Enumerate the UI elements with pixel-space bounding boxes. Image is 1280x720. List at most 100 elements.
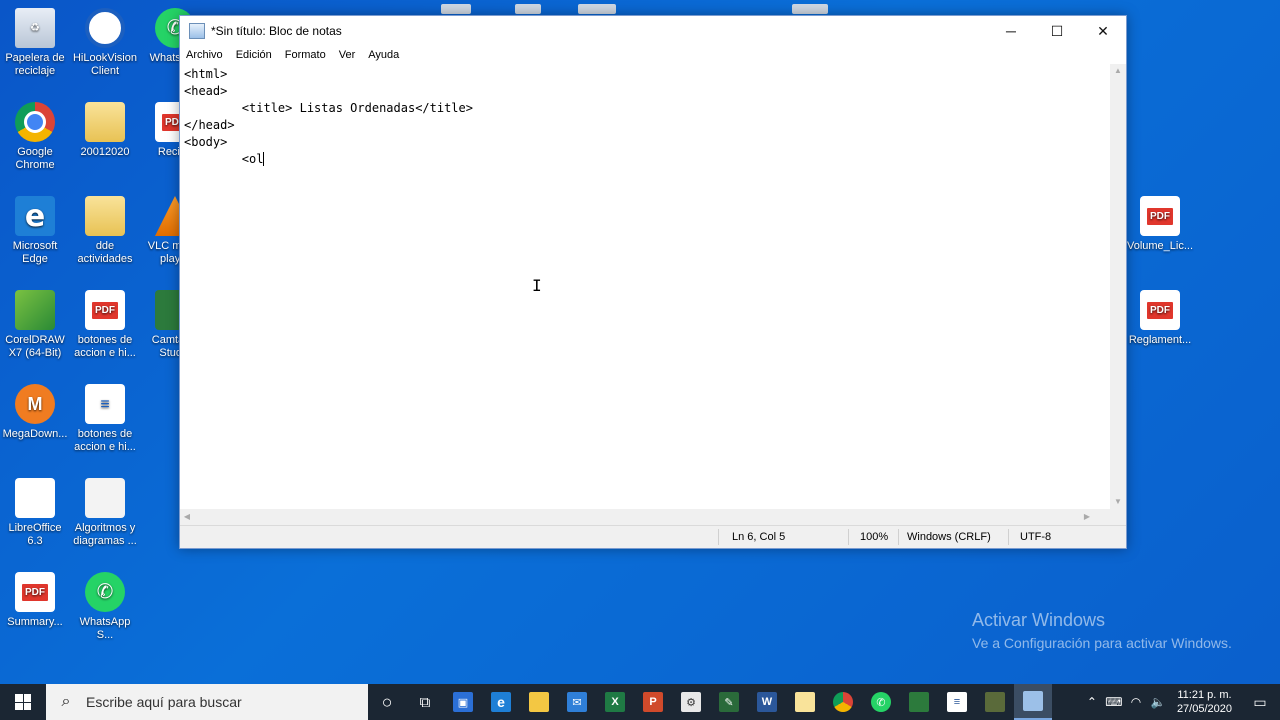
paint-icon[interactable]: ✎ [710, 684, 748, 720]
window-thumbnail [441, 4, 471, 14]
desktop-icon-volume-lic[interactable]: PDF Volume_Lic... [1125, 196, 1195, 253]
desktop-icon-algoritmos[interactable]: Algoritmos y diagramas ... [70, 478, 140, 548]
notepad-icon [189, 23, 205, 39]
scroll-left-icon[interactable]: ◀ [180, 509, 194, 525]
desktop-icon-label: Google Chrome [15, 146, 55, 171]
desktop-icon-label: Algoritmos y diagramas ... [73, 522, 137, 547]
scrollbar-corner [1110, 509, 1126, 525]
desktop-icon-summary[interactable]: PDF Summary... [0, 572, 70, 629]
text-editor[interactable]: <html> <head> <title> Listas Ordenadas</… [180, 64, 1110, 509]
menu-ayuda[interactable]: Ayuda [368, 49, 399, 61]
minimize-button[interactable]: ─ [988, 16, 1034, 46]
whatsapp-icon[interactable]: ✆ [862, 684, 900, 720]
vertical-scrollbar[interactable]: ▲ ▼ [1110, 64, 1126, 509]
desktop-icon-reglament[interactable]: PDF Reglament... [1125, 290, 1195, 347]
desktop-icon-chrome[interactable]: Google Chrome [0, 102, 70, 172]
wifi-icon[interactable]: ◠ [1125, 695, 1147, 709]
desktop-icon-hilookvision[interactable]: HiLookVision Client [70, 8, 140, 78]
folder-icon[interactable] [786, 684, 824, 720]
mail-icon[interactable]: ✉ [558, 684, 596, 720]
powerpoint-icon[interactable]: P [634, 684, 672, 720]
clock-date: 27/05/2020 [1176, 703, 1232, 715]
desktop-icon-label: Papelera de reciclaje [5, 52, 65, 77]
excel-icon[interactable]: X [596, 684, 634, 720]
hilookvision-icon [85, 8, 125, 48]
desktop-icon-label: CorelDRAW X7 (64-Bit) [5, 334, 65, 359]
notepad-doc-icon[interactable]: ≡ [938, 684, 976, 720]
desktop-icon-dde-actividades[interactable]: dde actividades [70, 196, 140, 266]
pdf-icon: PDF [1140, 196, 1180, 236]
recycle-bin-icon: ♻ [15, 8, 55, 48]
desktop-icon-recycle-bin[interactable]: ♻ Papelera de reciclaje [0, 8, 70, 78]
file-explorer-icon[interactable] [520, 684, 558, 720]
store-icon[interactable]: ▣ [444, 684, 482, 720]
desktop-icon-edge[interactable]: e Microsoft Edge [0, 196, 70, 266]
chrome-icon[interactable] [824, 684, 862, 720]
scroll-down-icon[interactable]: ▼ [1110, 495, 1126, 509]
notification-icon[interactable]: ▭ [1240, 694, 1280, 711]
volume-icon[interactable]: 🔈 [1147, 695, 1169, 709]
notepad-window: *Sin título: Bloc de notas ─ ☐ ✕ Archivo… [179, 15, 1127, 549]
taskbar-search[interactable]: ⌕ Escribe aquí para buscar [46, 684, 368, 720]
scroll-right-icon[interactable]: ▶ [1080, 509, 1094, 525]
word-icon[interactable]: W [748, 684, 786, 720]
desktop-icon-coreldraw[interactable]: CorelDRAW X7 (64-Bit) [0, 290, 70, 360]
desktop-icon-megadownloader[interactable]: M MegaDown... [0, 384, 70, 441]
status-separator [1008, 529, 1009, 545]
desktop-icon-label: Summary... [7, 616, 63, 628]
notepad-icon[interactable] [1014, 684, 1052, 720]
editor-text[interactable]: <html> <head> <title> Listas Ordenadas</… [180, 64, 1110, 170]
edge-icon[interactable]: e [482, 684, 520, 720]
close-button[interactable]: ✕ [1080, 16, 1126, 46]
windows-logo-icon [15, 694, 31, 710]
pdf-icon: PDF [85, 290, 125, 330]
camtasia-icon[interactable] [900, 684, 938, 720]
desktop-icon-botones-pdf[interactable]: PDF botones de accion e hi... [70, 290, 140, 360]
desktop-icon-label: botones de accion e hi... [74, 428, 136, 453]
desktop-icon-label: botones de accion e hi... [74, 334, 136, 359]
status-zoom: 100% [860, 531, 889, 543]
taskbar: ⌕ Escribe aquí para buscar ○ ⧉ ▣ e ✉ X P… [0, 684, 1280, 720]
desktop-icon-label: Microsoft Edge [12, 240, 58, 265]
pdf-icon: PDF [1140, 290, 1180, 330]
desktop-icon-botones-doc[interactable]: ≡ botones de accion e hi... [70, 384, 140, 454]
settings-icon[interactable]: ⚙ [672, 684, 710, 720]
keyboard-icon[interactable]: ⌨ [1103, 695, 1125, 709]
status-bar: Ln 6, Col 5 100% Windows (CRLF) UTF-8 [180, 525, 1126, 548]
desktop-icon-label: LibreOffice 6.3 [8, 522, 62, 547]
scroll-up-icon[interactable]: ▲ [1110, 64, 1126, 78]
maximize-button[interactable]: ☐ [1034, 16, 1080, 46]
status-encoding: UTF-8 [1020, 531, 1052, 543]
chrome-icon [15, 102, 55, 142]
activate-windows-watermark: Activar Windows Ve a Configuración para … [972, 610, 1232, 651]
desktop-icon-20012020[interactable]: 20012020 [70, 102, 140, 159]
app-icon[interactable] [976, 684, 1014, 720]
desktop-icon-label: MegaDown... [2, 428, 68, 440]
coreldraw-icon [15, 290, 55, 330]
menu-archivo[interactable]: Archivo [186, 49, 223, 61]
cortana-icon[interactable]: ○ [368, 684, 406, 720]
desktop-icon-label: dde actividades [77, 240, 133, 265]
activate-windows-subtitle: Ve a Configuración para activar Windows. [972, 635, 1232, 651]
status-separator [848, 529, 849, 545]
text-cursor-icon: I [532, 276, 542, 295]
status-separator [898, 529, 899, 545]
start-button[interactable] [0, 684, 46, 720]
title-bar[interactable]: *Sin título: Bloc de notas ─ ☐ ✕ [180, 16, 1126, 46]
status-line-ending: Windows (CRLF) [907, 531, 991, 543]
desktop-icon-label: Reglament... [1128, 334, 1192, 346]
window-thumbnail [515, 4, 541, 14]
desktop-icon-whatsapp-s[interactable]: ✆ WhatsApp S... [70, 572, 140, 642]
menu-formato[interactable]: Formato [285, 49, 326, 61]
desktop-icon-libreoffice[interactable]: LibreOffice 6.3 [0, 478, 70, 548]
folder-icon [85, 196, 125, 236]
horizontal-scrollbar[interactable]: ◀ ▶ [180, 509, 1110, 525]
desktop-icon-label: Volume_Lic... [1126, 240, 1194, 252]
chevron-up-icon[interactable]: ⌃ [1081, 695, 1103, 709]
menu-edicion[interactable]: Edición [236, 49, 272, 61]
clock[interactable]: 11:21 p. m. 27/05/2020 [1169, 688, 1240, 716]
search-icon: ⌕ [61, 693, 71, 710]
window-thumbnail [792, 4, 828, 14]
task-view-icon[interactable]: ⧉ [406, 684, 444, 720]
menu-ver[interactable]: Ver [339, 49, 356, 61]
